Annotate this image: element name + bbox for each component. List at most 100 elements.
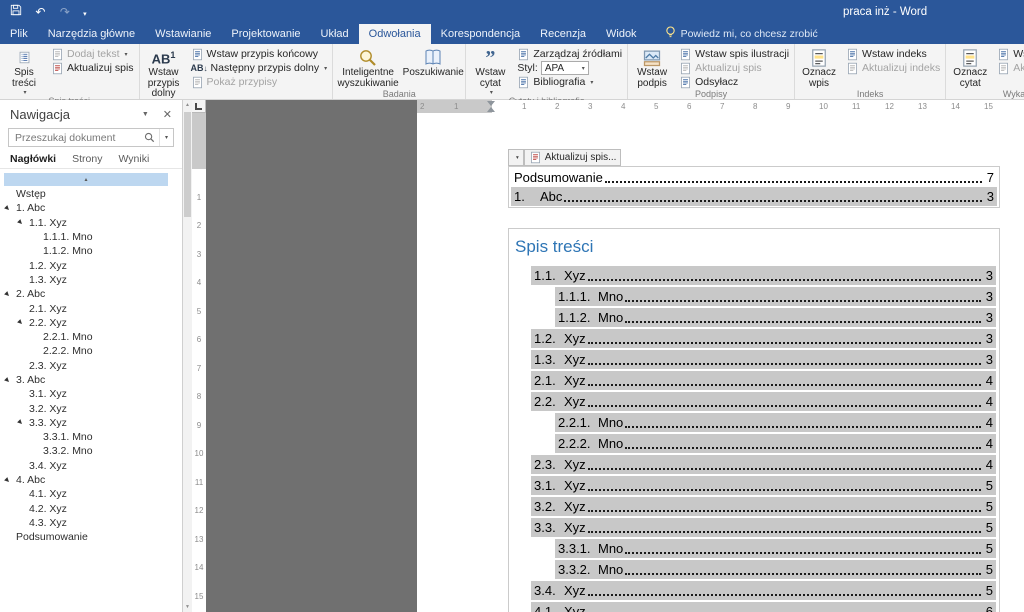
search-options-icon[interactable]: ▾ (158, 129, 173, 146)
tab-selector[interactable] (192, 100, 206, 113)
toc-entry[interactable]: 4.1. Xyz 6 (531, 602, 996, 612)
nav-heading-item[interactable]: 1.2. Xyz (0, 258, 182, 272)
aktualizuj-tabelę-button[interactable]: Aktualizuj tabelę (993, 61, 1024, 75)
ribbon-tab-odwołania[interactable]: Odwołania (358, 24, 431, 44)
toc-entry[interactable]: 1.1.1. Mno 3 (555, 287, 996, 306)
chevron-down-icon[interactable]: ▼ (142, 111, 149, 118)
następny-przypis-dolny-button[interactable]: AB↓ Następny przypis dolny ▾ (187, 61, 332, 75)
nav-heading-item[interactable]: Wstęp (0, 187, 182, 201)
ribbon-tab-plik[interactable]: Plik (0, 24, 38, 44)
aktualizuj-indeks-button[interactable]: Aktualizuj indeks (842, 61, 944, 75)
nav-heading-item[interactable]: 2.1. Xyz (0, 301, 182, 315)
spis-treści-button[interactable]: Spis treści ▾ (1, 45, 47, 96)
toc-menu-button[interactable]: ▾ (508, 149, 524, 166)
ribbon-tab-projektowanie[interactable]: Projektowanie (221, 24, 310, 44)
nav-heading-item[interactable]: 3.4. Xyz (0, 459, 182, 473)
collapse-triangle-icon[interactable]: ▶ (16, 419, 24, 427)
wstaw-przypis-dolny-button[interactable]: AB1 Wstaw przypis dolny (141, 45, 187, 100)
nav-tab-strony[interactable]: Strony (72, 153, 102, 165)
nav-heading-item[interactable]: ▶ 1. Abc (0, 201, 182, 215)
ribbon-tab-narzędzia-główne[interactable]: Narzędzia główne (38, 24, 145, 44)
styl-button[interactable]: Styl: APA ▾ (513, 61, 626, 75)
toc-entry[interactable]: 1.1. Xyz 3 (531, 266, 996, 285)
toc-entry[interactable]: 3.3.2. Mno 5 (555, 560, 996, 579)
nav-heading-item[interactable]: Podsumowanie (0, 530, 182, 544)
toc-entry[interactable]: 3.1. Xyz 5 (531, 476, 996, 495)
nav-heading-item[interactable]: ▶ 2. Abc (0, 287, 182, 301)
nav-heading-item[interactable]: ▶ 1.1. Xyz (0, 216, 182, 230)
wstaw-cytat-button[interactable]: ” Wstaw cytat ▾ (467, 45, 513, 97)
collapse-triangle-icon[interactable]: ▶ (3, 290, 11, 299)
nav-tab-wyniki[interactable]: Wyniki (118, 153, 149, 165)
ribbon-tab-wstawianie[interactable]: Wstawianie (145, 24, 221, 44)
ribbon-tab-korespondencja[interactable]: Korespondencja (431, 24, 531, 44)
aktualizuj-spis-button[interactable]: Aktualizuj spis (47, 61, 138, 75)
undo-button[interactable]: ↶ (30, 3, 50, 21)
nav-heading-item[interactable]: 1.1.2. Mno (0, 244, 182, 258)
nav-heading-item[interactable]: 4.3. Xyz (0, 516, 182, 530)
scroll-up-icon[interactable]: ▲ (183, 102, 192, 108)
toc-entry[interactable]: 2.1. Xyz 4 (531, 371, 996, 390)
wstaw-indeks-button[interactable]: Wstaw indeks (842, 47, 944, 61)
dodaj-tekst-button[interactable]: Dodaj tekst ▾ (47, 47, 138, 61)
collapse-triangle-icon[interactable]: ▶ (3, 204, 11, 213)
collapse-triangle-icon[interactable]: ▶ (16, 219, 24, 227)
toc-entry[interactable]: 3.2. Xyz 5 (531, 497, 996, 516)
aktualizuj-spis-button[interactable]: Aktualizuj spis (675, 61, 793, 75)
scroll-down-icon[interactable]: ▼ (183, 604, 192, 610)
nav-heading-item[interactable]: ▶ 4. Abc (0, 473, 182, 487)
collapse-triangle-icon[interactable]: ▶ (3, 476, 11, 485)
qat-customize-button[interactable]: ▾ (79, 6, 90, 24)
wstaw-przypis-końcowy-button[interactable]: Wstaw przypis końcowy (187, 47, 332, 61)
inteligentne-wyszukiwanie-button[interactable]: Inteligentne wyszukiwanie (334, 45, 402, 89)
toc-entry[interactable]: 3.3.1. Mno 5 (555, 539, 996, 558)
search-icon[interactable] (140, 132, 159, 143)
oznacz-wpis-button[interactable]: Oznacz wpis (796, 45, 842, 89)
toc-entry[interactable]: 2.2. Xyz 4 (531, 392, 996, 411)
nav-heading-item[interactable]: 4.1. Xyz (0, 487, 182, 501)
nav-heading-item[interactable]: 4.2. Xyz (0, 502, 182, 516)
nav-heading-item[interactable]: 2.2.1. Mno (0, 330, 182, 344)
nav-heading-item[interactable]: ▶ 3.3. Xyz (0, 416, 182, 430)
ribbon-tab-recenzja[interactable]: Recenzja (530, 24, 596, 44)
pokaż-przypisy-button[interactable]: Pokaż przypisy (187, 75, 332, 89)
toc-entry[interactable]: 1.3. Xyz 3 (531, 350, 996, 369)
wstaw-wykaz-źródeł-button[interactable]: Wstaw wykaz źródeł (993, 47, 1024, 61)
oznacz-cytat-button[interactable]: Oznacz cytat (947, 45, 993, 89)
zarządzaj-źródłami-button[interactable]: Zarządzaj źródłami (513, 47, 626, 61)
collapse-triangle-icon[interactable]: ▶ (3, 376, 11, 385)
nav-heading-item[interactable]: 3.1. Xyz (0, 387, 182, 401)
ribbon-tab-powiedz-mi-co-chcesz-zrobić[interactable]: Powiedz mi, co chcesz zrobić (655, 24, 828, 44)
nav-heading-item[interactable]: 2.2.2. Mno (0, 344, 182, 358)
toc-entry[interactable]: 2.3. Xyz 4 (531, 455, 996, 474)
update-toc-button[interactable]: Aktualizuj spis... (523, 149, 622, 166)
nav-heading-item[interactable]: ▶ 2.2. Xyz (0, 316, 182, 330)
navigation-scrollbar[interactable]: ▲ ▼ (183, 100, 192, 612)
wstaw-podpis-button[interactable]: Wstaw podpis (629, 45, 675, 89)
redo-button[interactable]: ↷ (55, 3, 75, 21)
nav-heading-item[interactable]: 3.2. Xyz (0, 401, 182, 415)
nav-tab-nagłówki[interactable]: Nagłówki (10, 153, 56, 165)
collapse-triangle-icon[interactable]: ▶ (16, 319, 24, 327)
nav-heading-item[interactable]: 2.3. Xyz (0, 359, 182, 373)
nav-heading-item[interactable]: 1.3. Xyz (0, 273, 182, 287)
nav-heading-item[interactable]: 3.3.2. Mno (0, 444, 182, 458)
wstaw-spis-ilustracji-button[interactable]: Wstaw spis ilustracji (675, 47, 793, 61)
close-icon[interactable]: ✕ (163, 108, 172, 121)
nav-heading-item[interactable]: 1.1.1. Mno (0, 230, 182, 244)
save-button[interactable] (6, 1, 26, 19)
toc-entry[interactable]: 3.3. Xyz 5 (531, 518, 996, 537)
scrollbar-thumb[interactable] (184, 112, 191, 217)
toc-entry[interactable]: 1.2. Xyz 3 (531, 329, 996, 348)
nav-selected-heading[interactable]: ▴ (4, 173, 168, 186)
nav-heading-item[interactable]: ▶ 3. Abc (0, 373, 182, 387)
toc-entry[interactable]: 1. Abc 3 (511, 187, 997, 206)
bibliografia-button[interactable]: Bibliografia ▾ (513, 75, 626, 89)
ribbon-tab-układ[interactable]: Układ (311, 24, 359, 44)
toc-entry[interactable]: 1.1.2. Mno 3 (555, 308, 996, 327)
nav-heading-item[interactable]: 3.3.1. Mno (0, 430, 182, 444)
toc-entry[interactable]: 2.2.1. Mno 4 (555, 413, 996, 432)
toc-entry[interactable]: 3.4. Xyz 5 (531, 581, 996, 600)
search-input[interactable]: Przeszukaj dokument ▾ (8, 128, 174, 147)
toc-entry[interactable]: 2.2.2. Mno 4 (555, 434, 996, 453)
